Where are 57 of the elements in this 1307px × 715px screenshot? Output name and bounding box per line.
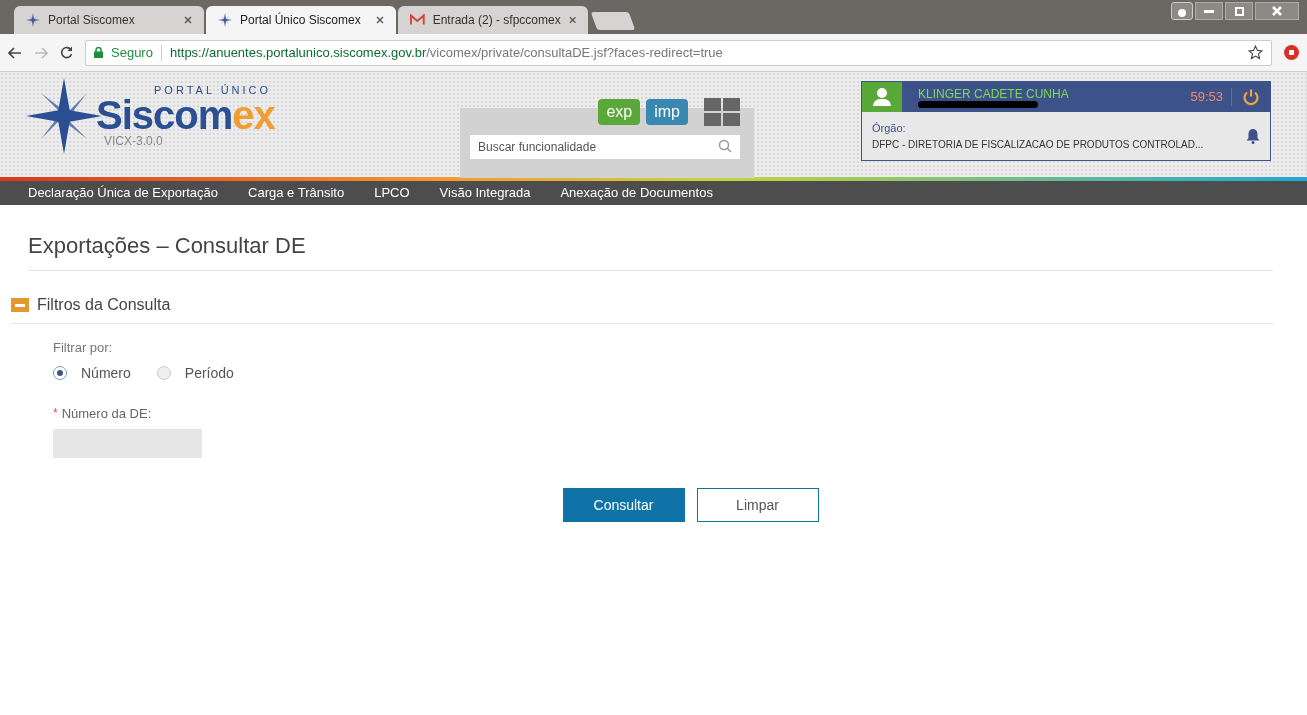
collapse-toggle[interactable] (11, 298, 29, 312)
mode-button[interactable]: imp (646, 99, 688, 125)
nav-menu-item[interactable]: Visão Integrada (439, 183, 531, 203)
de-number-field[interactable] (53, 429, 202, 458)
radio-label: Número (81, 363, 131, 383)
field-label: Número da DE: (61, 404, 152, 423)
browser-tab[interactable]: Portal Único Siscomex (206, 6, 396, 34)
radio-button[interactable] (53, 366, 67, 380)
extension-icon[interactable] (1284, 45, 1299, 60)
apps-grid-icon[interactable] (704, 98, 740, 126)
filter-label: Filtrar por: (53, 339, 114, 357)
nav-menu-item[interactable]: Anexação de Documentos (560, 183, 713, 203)
logo-wordmark: Siscomex (96, 98, 275, 133)
new-tab-button[interactable] (590, 12, 636, 30)
org-label: Órgão: (872, 121, 907, 137)
clear-button[interactable]: Limpar (696, 488, 819, 522)
user-name: KLINGER CADETE CUNHA (918, 86, 1070, 101)
page-title: Exportações – Consultar DE (28, 229, 1273, 271)
session-timer: 59:53 (1190, 88, 1223, 107)
tab-title: Entrada (2) - sfpccomex (432, 12, 561, 29)
close-icon[interactable] (376, 16, 384, 24)
address-bar[interactable]: Seguro https://anuentes.portalunico.siscomex.gov.br/vicomex/private/consultaDE.jsf?faces-redirect=true (85, 39, 1272, 66)
back-icon[interactable] (8, 46, 22, 59)
close-window-icon[interactable] (1255, 2, 1299, 20)
mail-icon (410, 14, 425, 26)
minimize-icon[interactable] (1195, 2, 1223, 20)
lock-icon (94, 47, 103, 58)
required-mark: * (53, 405, 58, 423)
org-value: DFPC - DIRETORIA DE FISCALIZACAO DE PRODUTOS CONTROLAD... (872, 137, 1205, 152)
maximize-icon[interactable] (1225, 2, 1253, 20)
logo-subtitle: PORTAL ÚNICO (154, 82, 273, 98)
close-icon[interactable] (184, 16, 192, 24)
url-text: https://anuentes.portalunico.siscomex.gov.br/vicomex/private/consultaDE.jsf?faces-redirect=true (169, 43, 723, 62)
star-icon (26, 13, 40, 27)
profile-icon[interactable] (1171, 2, 1193, 20)
avatar-icon (862, 82, 902, 112)
power-icon[interactable] (1242, 88, 1260, 106)
radio-button[interactable] (156, 366, 171, 380)
tab-title: Portal Único Siscomex (240, 11, 362, 29)
browser-tab[interactable]: Entrada (2) - sfpccomex (398, 6, 588, 34)
nav-menu-item[interactable]: Declaração Única de Exportação (28, 183, 219, 203)
nav-menu-item[interactable]: LPCO (374, 183, 410, 203)
search-button[interactable]: Consultar (562, 488, 685, 522)
nav-menu-item[interactable]: Carga e Trânsito (248, 183, 345, 203)
secure-label: Seguro (111, 43, 153, 62)
bookmark-star-icon[interactable] (1248, 45, 1263, 60)
search-icon[interactable] (718, 139, 732, 153)
radio-label: Período (184, 363, 234, 383)
search-field[interactable]: Buscar funcionalidade (470, 135, 740, 159)
version-label: VICX-3.0.0 (104, 133, 164, 151)
tab-title: Portal Siscomex (48, 12, 136, 29)
close-icon[interactable] (568, 16, 576, 24)
star-icon (218, 13, 232, 27)
reload-icon[interactable] (60, 46, 73, 59)
section-title: Filtros da Consulta (37, 295, 171, 315)
bell-icon[interactable] (1246, 128, 1260, 144)
browser-tab[interactable]: Portal Siscomex (14, 6, 204, 34)
